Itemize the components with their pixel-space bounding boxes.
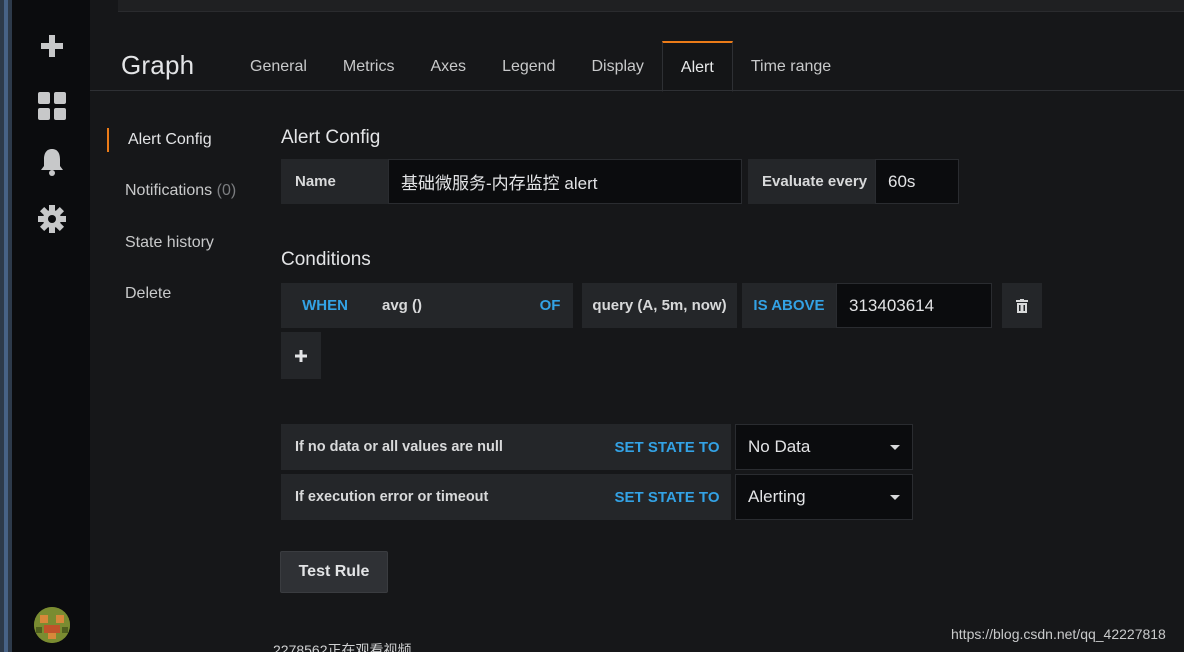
delete-condition-button[interactable]: [1002, 283, 1042, 328]
evaluate-every-input[interactable]: [888, 171, 958, 192]
threshold-field[interactable]: [836, 283, 992, 328]
watermark-text: https://blog.csdn.net/qq_42227818: [951, 626, 1166, 642]
tab-legend[interactable]: Legend: [484, 41, 573, 92]
subnav-state-history[interactable]: State history: [125, 234, 214, 252]
plus-icon[interactable]: [36, 30, 68, 62]
panel-type-title: Graph: [121, 50, 195, 80]
tab-metrics[interactable]: Metrics: [325, 41, 413, 92]
exec-error-state-select[interactable]: Alerting: [735, 474, 913, 520]
window-edge-highlight: [4, 0, 8, 652]
subnav-delete[interactable]: Delete: [125, 285, 171, 303]
exec-error-state-value: Alerting: [748, 487, 806, 506]
add-condition-button[interactable]: [281, 332, 321, 379]
viewer-overlay-text: 2278562正在观看视频: [273, 642, 412, 652]
editor-tabs: General Metrics Axes Legend Display Aler…: [232, 41, 849, 92]
chevron-down-icon: [890, 495, 900, 500]
subnav-notifications-label: Notifications: [125, 182, 213, 199]
notifications-count: (0): [216, 182, 237, 199]
active-indicator: [107, 128, 109, 152]
exec-error-set-state-keyword: SET STATE TO: [603, 474, 731, 520]
test-rule-button[interactable]: Test Rule: [280, 551, 388, 593]
tab-time-range[interactable]: Time range: [733, 41, 849, 92]
no-data-set-state-keyword: SET STATE TO: [603, 424, 731, 470]
conditions-heading: Conditions: [281, 249, 371, 270]
evaluate-every-label: Evaluate every: [748, 159, 875, 204]
dashboards-icon[interactable]: [36, 90, 68, 122]
exec-error-label: If execution error or timeout: [281, 474, 603, 520]
subnav-alert-config[interactable]: Alert Config: [128, 131, 212, 149]
alert-config-heading: Alert Config: [281, 127, 381, 148]
side-menu: [12, 0, 90, 652]
alert-name-input[interactable]: [401, 171, 741, 192]
tab-divider: [90, 90, 1184, 91]
avatar[interactable]: [34, 607, 70, 643]
no-data-label: If no data or all values are null: [281, 424, 603, 470]
tab-display[interactable]: Display: [573, 41, 661, 92]
chevron-down-icon: [890, 445, 900, 450]
reducer-select[interactable]: avg (): [369, 283, 527, 328]
evaluator-select[interactable]: IS ABOVE: [742, 283, 836, 328]
no-data-state-value: No Data: [748, 437, 811, 456]
gear-icon[interactable]: [36, 203, 68, 235]
plus-icon: [295, 349, 307, 362]
top-navbar: [118, 0, 1184, 12]
trash-icon: [1016, 298, 1028, 313]
subnav-notifications[interactable]: Notifications (0): [125, 182, 236, 200]
tab-alert[interactable]: Alert: [661, 41, 733, 92]
evaluate-every-field[interactable]: [875, 159, 959, 204]
tab-general[interactable]: General: [232, 41, 325, 92]
query-select[interactable]: query (A, 5m, now): [582, 283, 737, 328]
when-keyword: WHEN: [281, 283, 369, 328]
of-keyword: OF: [527, 283, 573, 328]
no-data-state-select[interactable]: No Data: [735, 424, 913, 470]
name-label: Name: [281, 159, 388, 204]
threshold-input[interactable]: [849, 295, 991, 316]
window-edge: [0, 0, 12, 652]
tab-axes[interactable]: Axes: [412, 41, 484, 92]
alert-name-field[interactable]: [388, 159, 742, 204]
bell-icon[interactable]: [36, 146, 68, 178]
